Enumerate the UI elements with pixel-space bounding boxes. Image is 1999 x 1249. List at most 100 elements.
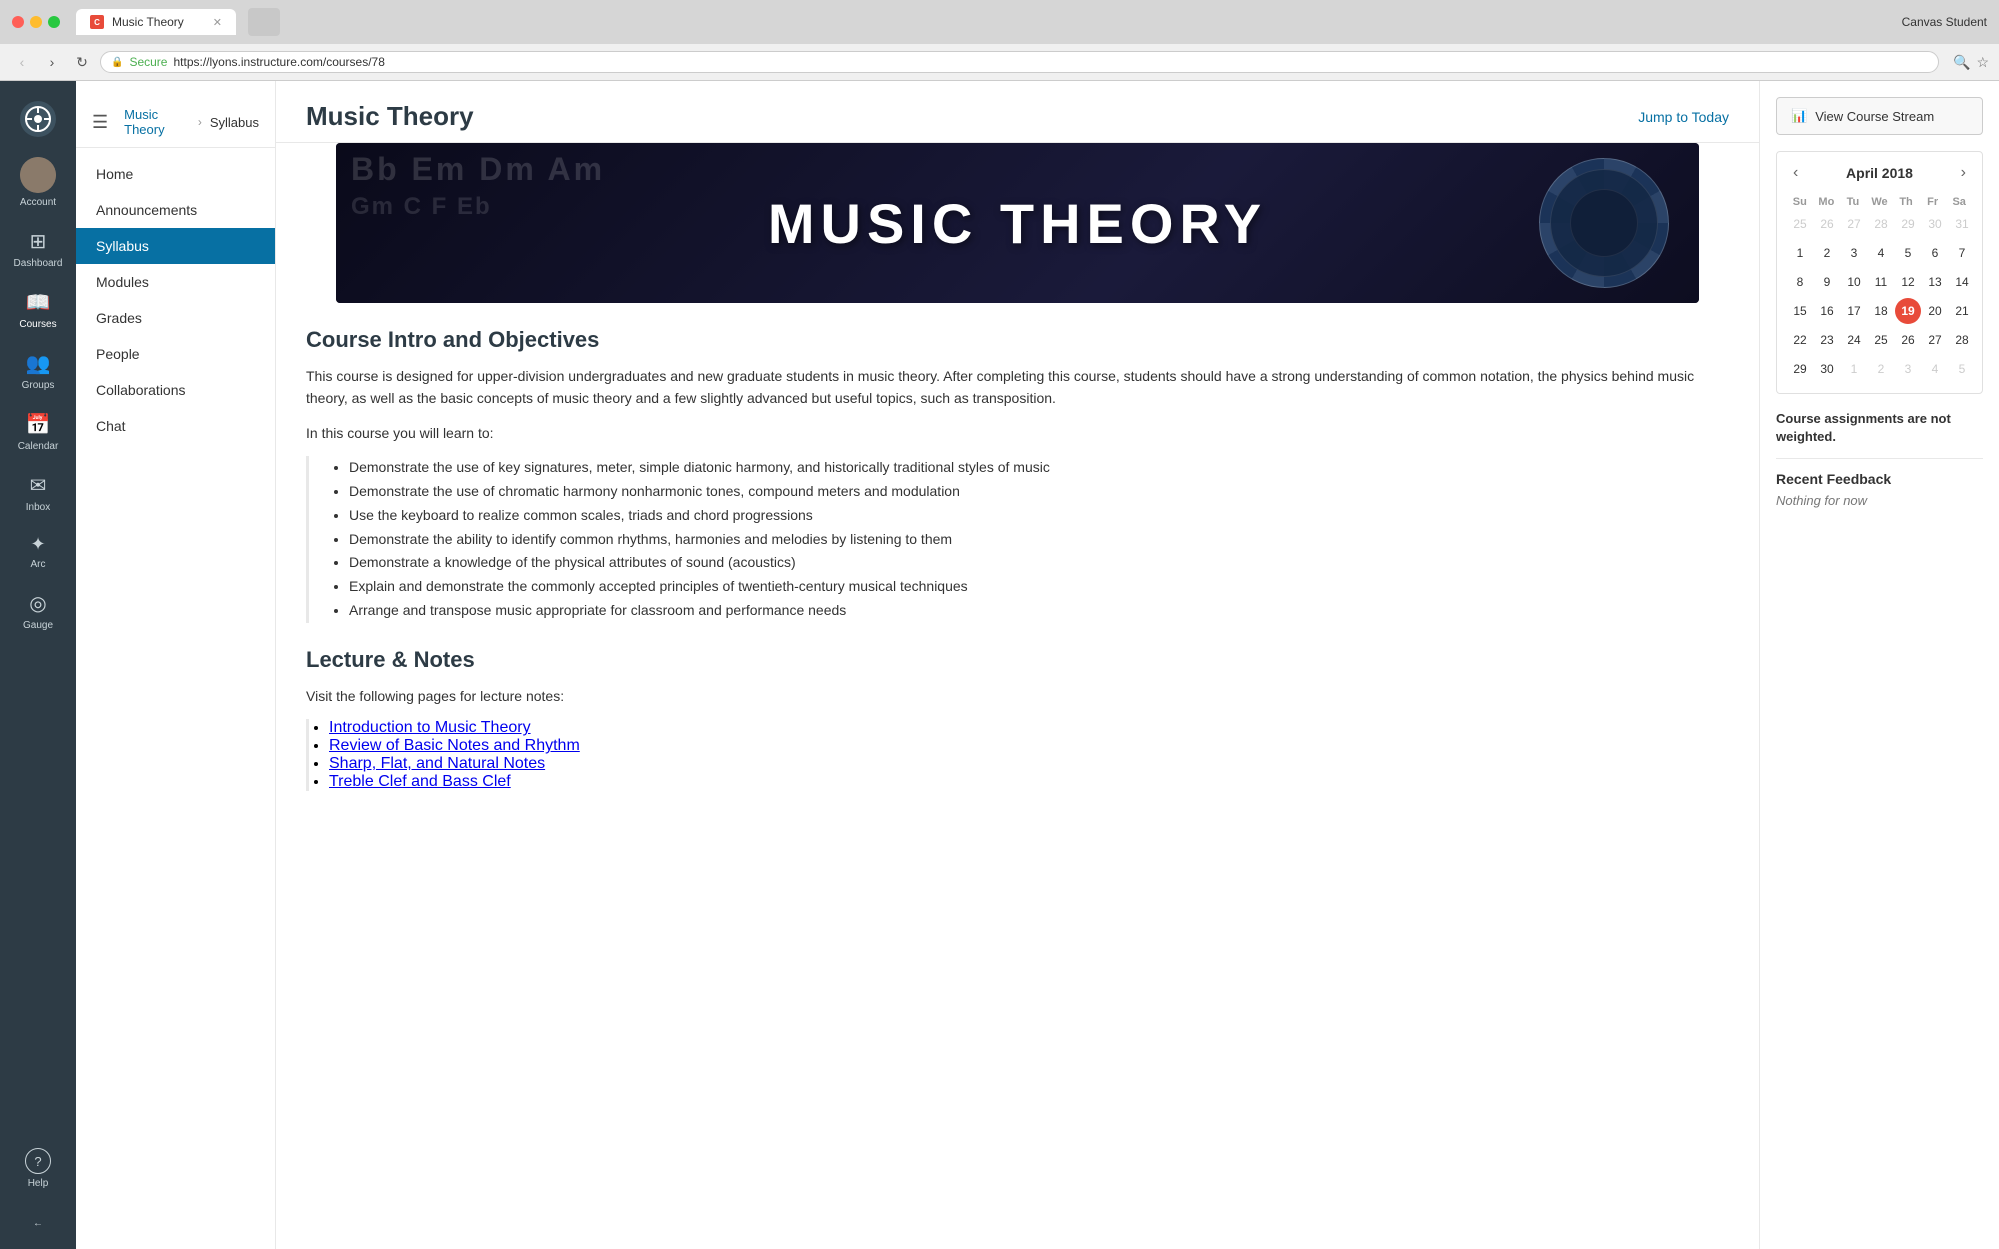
global-nav-item-courses[interactable]: 📖 Courses [0,280,76,341]
calendar-day[interactable]: 28 [1868,211,1894,237]
lecture-section-title: Lecture & Notes [306,647,1729,673]
back-button[interactable]: ‹ [10,50,34,74]
global-nav-item-help[interactable]: ? Help [0,1138,76,1200]
calendar-day[interactable]: 29 [1895,211,1921,237]
calendar-day[interactable]: 30 [1814,356,1840,382]
calendar-day[interactable]: 23 [1814,327,1840,353]
calendar-day-header: We [1867,194,1893,210]
menu-toggle-button[interactable]: ☰ [92,112,108,133]
calendar-day[interactable]: 2 [1814,240,1840,266]
calendar-day[interactable]: 15 [1787,298,1813,324]
global-nav-item-inbox[interactable]: ✉ Inbox [0,463,76,524]
breadcrumb-course-link[interactable]: Music Theory [124,107,190,137]
calendar-day[interactable]: 27 [1922,327,1948,353]
calendar-day[interactable]: 7 [1949,240,1975,266]
course-nav: ☰ Music Theory › Syllabus Home Announcem… [76,81,276,1249]
global-nav-item-account[interactable]: Account [0,147,76,219]
lecture-link[interactable]: Introduction to Music Theory [329,719,531,736]
calendar-day[interactable]: 1 [1787,240,1813,266]
calendar-day[interactable]: 31 [1949,211,1975,237]
bookmark-icon: ☆ [1976,54,1989,71]
nav-people[interactable]: People [76,336,275,372]
nav-announcements[interactable]: Announcements [76,192,275,228]
close-dot[interactable] [12,16,24,28]
minimize-dot[interactable] [30,16,42,28]
browser-tab[interactable]: C Music Theory ✕ [76,9,236,35]
global-nav-item-calendar[interactable]: 📅 Calendar [0,402,76,463]
calendar-day[interactable]: 26 [1895,327,1921,353]
calendar-day[interactable]: 8 [1787,269,1813,295]
calendar-day[interactable]: 5 [1949,356,1975,382]
calendar-prev-button[interactable]: ‹ [1787,162,1804,184]
calendar-day[interactable]: 25 [1787,211,1813,237]
calendar-days-grid: 2526272829303112345678910111213141516171… [1787,210,1972,383]
calendar-day[interactable]: 6 [1922,240,1948,266]
calendar-day[interactable]: 3 [1841,240,1867,266]
nav-home[interactable]: Home [76,156,275,192]
secure-icon: 🔒 [111,57,123,68]
calendar-day[interactable]: 18 [1868,298,1894,324]
new-tab-button[interactable] [248,8,280,36]
calendar-day[interactable]: 30 [1922,211,1948,237]
courses-label: Courses [19,319,56,331]
calendar-day[interactable]: 21 [1949,298,1975,324]
nav-collaborations[interactable]: Collaborations [76,372,275,408]
calendar-day[interactable]: 11 [1868,269,1894,295]
gauge-label: Gauge [23,620,53,632]
learn-intro: In this course you will learn to: [306,422,1729,444]
global-nav-item-groups[interactable]: 👥 Groups [0,341,76,402]
calendar-day[interactable]: 4 [1922,356,1948,382]
calendar-day[interactable]: 26 [1814,211,1840,237]
secure-label: Secure [129,55,167,69]
calendar-day[interactable]: 25 [1868,327,1894,353]
maximize-dot[interactable] [48,16,60,28]
global-nav-item-dashboard[interactable]: ⊞ Dashboard [0,219,76,280]
calendar-day[interactable]: 28 [1949,327,1975,353]
nav-chat[interactable]: Chat [76,408,275,444]
tab-close-button[interactable]: ✕ [213,16,222,29]
tab-title: Music Theory [112,15,184,29]
objective-item: Use the keyboard to realize common scale… [349,504,1729,528]
nav-modules[interactable]: Modules [76,264,275,300]
collapse-nav-button[interactable]: ← [0,1208,76,1239]
calendar-next-button[interactable]: › [1955,162,1972,184]
calendar-day[interactable]: 20 [1922,298,1948,324]
calendar-day[interactable]: 29 [1787,356,1813,382]
calendar-day[interactable]: 3 [1895,356,1921,382]
calendar-day[interactable]: 9 [1814,269,1840,295]
calendar-day[interactable]: 5 [1895,240,1921,266]
nav-syllabus[interactable]: Syllabus [76,228,275,264]
reload-button[interactable]: ↻ [70,50,94,74]
calendar-day[interactable]: 22 [1787,327,1813,353]
calendar-day[interactable]: 24 [1841,327,1867,353]
global-nav-item-gauge[interactable]: ◎ Gauge [0,581,76,642]
lecture-link[interactable]: Sharp, Flat, and Natural Notes [329,755,545,772]
forward-button[interactable]: › [40,50,64,74]
calendar-day[interactable]: 27 [1841,211,1867,237]
global-nav-item-arc[interactable]: ✦ Arc [0,524,76,581]
nav-grades[interactable]: Grades [76,300,275,336]
recent-feedback-title: Recent Feedback [1776,458,1983,487]
intro-section-title: Course Intro and Objectives [306,327,1729,353]
calendar-day[interactable]: 2 [1868,356,1894,382]
calendar-day[interactable]: 1 [1841,356,1867,382]
calendar-day[interactable]: 4 [1868,240,1894,266]
assignments-note: Course assignments are not weighted. [1776,410,1983,446]
lecture-link[interactable]: Review of Basic Notes and Rhythm [329,737,580,754]
view-course-stream-button[interactable]: 📊 View Course Stream [1776,97,1983,135]
calendar-day[interactable]: 12 [1895,269,1921,295]
address-bar[interactable]: 🔒 Secure https://lyons.instructure.com/c… [100,51,1939,73]
intro-description: This course is designed for upper-divisi… [306,365,1729,410]
page-title: Music Theory [306,101,474,132]
zoom-icon: 🔍 [1953,54,1970,71]
calendar-day[interactable]: 17 [1841,298,1867,324]
calendar-icon: 📅 [26,412,51,437]
calendar-day[interactable]: 14 [1949,269,1975,295]
lecture-link[interactable]: Treble Clef and Bass Clef [329,773,511,790]
calendar-day[interactable]: 16 [1814,298,1840,324]
jump-to-today-link[interactable]: Jump to Today [1638,109,1729,125]
account-label: Account [20,197,56,209]
calendar-today[interactable]: 19 [1895,298,1921,324]
calendar-day[interactable]: 13 [1922,269,1948,295]
calendar-day[interactable]: 10 [1841,269,1867,295]
